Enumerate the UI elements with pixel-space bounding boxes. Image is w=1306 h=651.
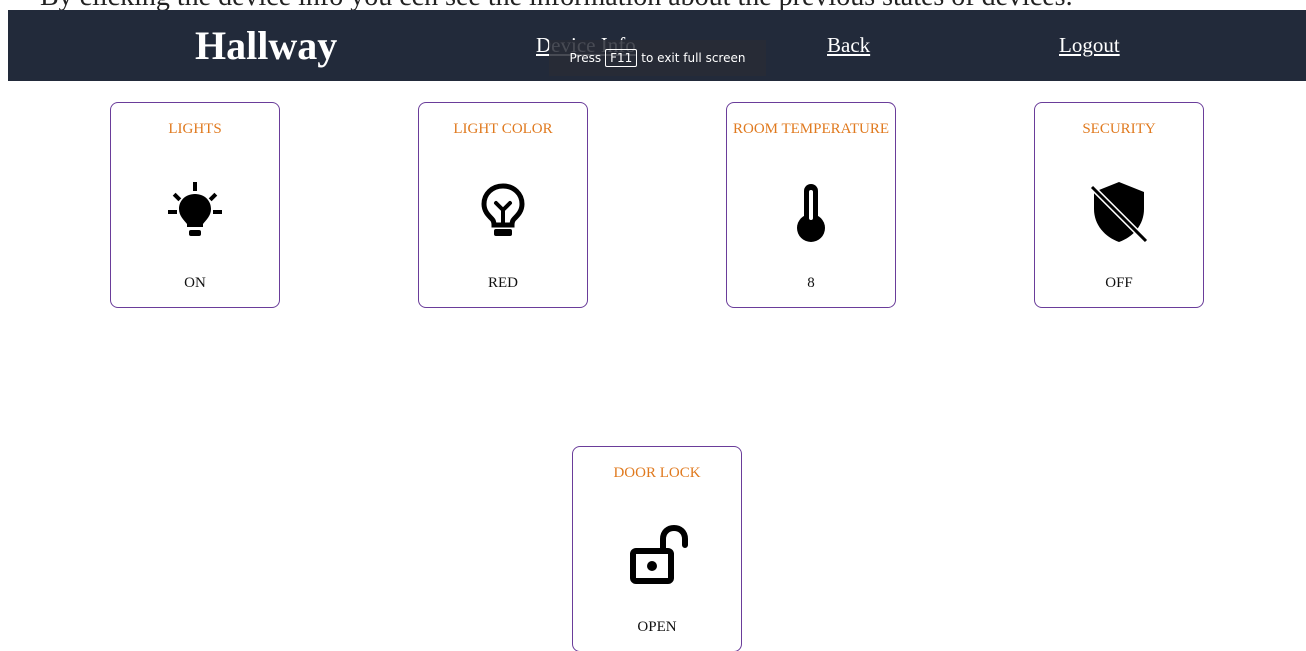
lightbulb-outline-icon bbox=[470, 179, 536, 245]
unlocked-padlock-icon bbox=[624, 523, 690, 589]
toast-prefix: Press bbox=[569, 51, 602, 65]
card-security[interactable]: SECURITY OFF bbox=[1034, 102, 1204, 308]
card-title: SECURITY bbox=[1082, 121, 1156, 137]
card-title: LIGHT COLOR bbox=[453, 121, 553, 137]
card-value: ON bbox=[184, 275, 206, 291]
toast-suffix: to exit full screen bbox=[641, 51, 746, 65]
thermometer-icon bbox=[778, 179, 844, 245]
card-value: RED bbox=[488, 275, 518, 291]
page: By clicking the device info you ccn see … bbox=[0, 0, 1306, 651]
card-value: OPEN bbox=[637, 619, 677, 635]
card-door-lock[interactable]: DOOR LOCK OPEN bbox=[572, 446, 742, 651]
card-title: LIGHTS bbox=[168, 121, 222, 137]
card-room-temperature[interactable]: ROOM TEMPERATURE 8 bbox=[726, 102, 896, 308]
toast-key: F11 bbox=[605, 49, 638, 67]
page-title: Hallway bbox=[195, 23, 338, 68]
fullscreen-toast: Press F11 to exit full screen bbox=[549, 40, 766, 76]
card-value: OFF bbox=[1105, 275, 1133, 291]
shield-off-icon bbox=[1086, 179, 1152, 245]
lightbulb-on-icon bbox=[162, 179, 228, 245]
card-lights[interactable]: LIGHTS ON bbox=[110, 102, 280, 308]
nav-link-back[interactable]: Back bbox=[827, 33, 870, 58]
card-value: 8 bbox=[807, 275, 815, 291]
nav-link-logout[interactable]: Logout bbox=[1059, 33, 1120, 58]
card-light-color[interactable]: LIGHT COLOR RED bbox=[418, 102, 588, 308]
card-title: DOOR LOCK bbox=[613, 465, 701, 481]
card-title: ROOM TEMPERATURE bbox=[733, 121, 889, 137]
